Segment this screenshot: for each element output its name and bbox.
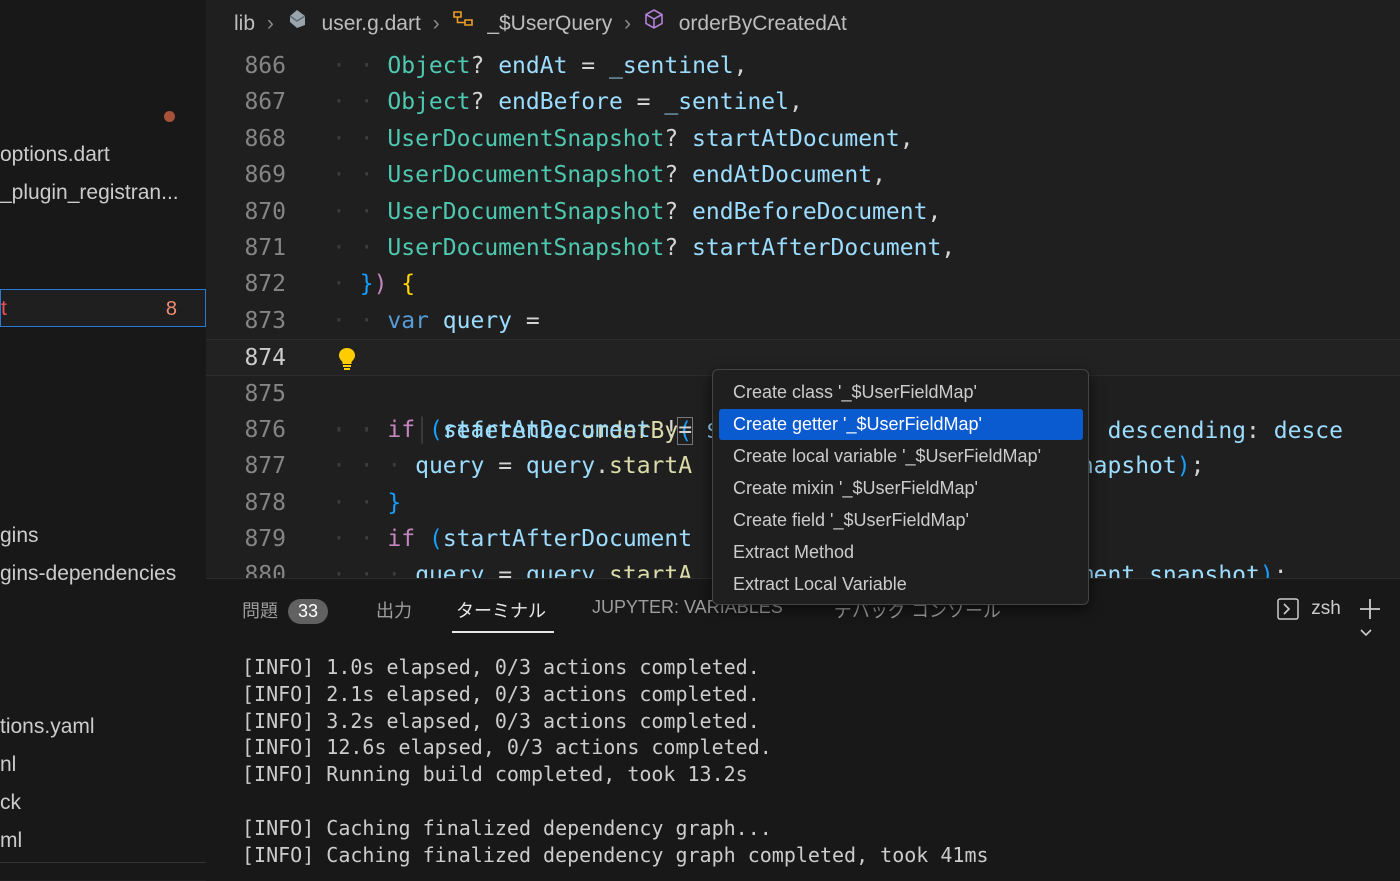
problems-count-badge: 33 xyxy=(288,599,329,624)
chevron-right-icon: › xyxy=(432,12,440,36)
breadcrumb-lib[interactable]: lib xyxy=(234,0,255,48)
menu-item-extract-local-variable[interactable]: Extract Local Variable xyxy=(719,569,1083,600)
chevron-right-icon: › xyxy=(266,12,274,36)
breadcrumb-method[interactable]: orderByCreatedAt xyxy=(679,0,847,48)
explorer-item-active[interactable]: t8 xyxy=(0,289,206,327)
line-number: 868 xyxy=(244,125,286,152)
chevron-right-icon: › xyxy=(624,12,632,36)
terminal-line: [INFO] Caching finalized dependency grap… xyxy=(242,842,989,867)
explorer-sidebar: options.dart _plugin_registran... t8 gin… xyxy=(0,0,206,880)
explorer-item[interactable]: ck xyxy=(0,784,206,822)
code-line[interactable]: 869 · · UserDocumentSnapshot? endAtDocume… xyxy=(206,157,1400,193)
line-number: 879 xyxy=(244,526,286,553)
terminal-icon xyxy=(1276,598,1300,620)
line-number: 870 xyxy=(244,198,286,225)
line-number: 875 xyxy=(244,380,286,407)
active-tab-indicator xyxy=(452,631,554,633)
class-icon xyxy=(451,0,475,48)
shell-label: zsh xyxy=(1311,598,1341,620)
menu-item-create-mixin[interactable]: Create mixin '_$UserFieldMap' xyxy=(719,473,1083,504)
explorer-item[interactable]: gins-dependencies xyxy=(0,555,206,593)
error-count-badge: 8 xyxy=(165,298,177,320)
code-line[interactable]: 866 · · Object? endAt = _sentinel, xyxy=(206,48,1400,84)
explorer-item[interactable]: gins xyxy=(0,517,206,555)
menu-item-create-getter[interactable]: Create getter '_$UserFieldMap' xyxy=(719,409,1083,440)
explorer-item[interactable]: _plugin_registran... xyxy=(0,174,206,212)
line-number: 877 xyxy=(244,453,286,480)
line-number: 873 xyxy=(244,307,286,334)
explorer-item[interactable]: options.dart xyxy=(0,136,206,174)
code-line[interactable]: 871 · · UserDocumentSnapshot? startAfterD… xyxy=(206,230,1400,266)
line-number: 874 xyxy=(244,345,286,372)
terminal-shell-selector[interactable]: zsh xyxy=(1276,597,1341,621)
plus-icon xyxy=(1358,598,1382,619)
method-icon xyxy=(643,0,665,48)
line-number: 872 xyxy=(244,271,286,298)
line-number: 869 xyxy=(244,162,286,189)
explorer-item[interactable]: tions.yaml xyxy=(0,708,206,746)
breadcrumb-class[interactable]: _$UserQuery xyxy=(487,0,612,48)
line-number: 880 xyxy=(244,562,286,578)
terminal-line: [INFO] 3.2s elapsed, 0/3 actions complet… xyxy=(242,708,760,733)
menu-item-extract-method[interactable]: Extract Method xyxy=(719,537,1083,568)
line-number: 866 xyxy=(244,53,286,79)
tab-problems[interactable]: 問題 33 xyxy=(242,597,329,624)
dart-file-icon xyxy=(286,0,308,48)
breadcrumb-file[interactable]: user.g.dart xyxy=(322,0,421,48)
modified-dot-icon xyxy=(164,111,175,122)
terminal-line: [INFO] Running build completed, took 13.… xyxy=(242,762,748,787)
line-number: 867 xyxy=(244,89,286,116)
sidebar-divider xyxy=(0,862,206,863)
code-line[interactable]: 870 · · UserDocumentSnapshot? endBeforeDo… xyxy=(206,194,1400,230)
line-number: 876 xyxy=(244,416,286,443)
menu-item-create-local-variable[interactable]: Create local variable '_$UserFieldMap' xyxy=(719,441,1083,472)
line-number: 878 xyxy=(244,489,286,516)
terminal-line: [INFO] 2.1s elapsed, 0/3 actions complet… xyxy=(242,681,760,706)
terminal-line: [INFO] 1.0s elapsed, 0/3 actions complet… xyxy=(242,655,760,679)
quick-fix-menu: Create class '_$UserFieldMap' Create get… xyxy=(712,369,1089,605)
code-line[interactable]: 867 · · Object? endBefore = _sentinel, xyxy=(206,84,1400,120)
terminal-output[interactable]: [INFO] 1.0s elapsed, 0/3 actions complet… xyxy=(242,654,989,868)
tab-terminal[interactable]: ターミナル xyxy=(456,597,546,623)
terminal-line: [INFO] Caching finalized dependency grap… xyxy=(242,815,772,840)
code-line[interactable]: 873 · · var query = xyxy=(206,303,1400,339)
breadcrumb: lib › user.g.dart › _$UserQuery › orderB… xyxy=(206,0,1400,48)
explorer-item[interactable]: nl xyxy=(0,746,206,784)
tab-output[interactable]: 出力 xyxy=(376,597,412,623)
terminal-line: ​ xyxy=(242,788,989,815)
menu-item-create-field[interactable]: Create field '_$UserFieldMap' xyxy=(719,505,1083,536)
terminal-line: [INFO] 12.6s elapsed, 0/3 actions comple… xyxy=(242,735,772,760)
chevron-down-icon xyxy=(1358,621,1374,642)
explorer-item[interactable]: ml xyxy=(0,822,206,860)
code-line[interactable]: 872 · }) { xyxy=(206,266,1400,302)
new-terminal-button[interactable] xyxy=(1358,597,1400,643)
bottom-panel: 問題 33 出力 ターミナル JUPYTER: VARIABLES デバッグ コン… xyxy=(206,578,1400,881)
lightbulb-icon[interactable] xyxy=(334,345,360,371)
line-number: 871 xyxy=(244,234,286,261)
code-line[interactable]: 868 · · UserDocumentSnapshot? startAtDocu… xyxy=(206,121,1400,157)
menu-item-create-class[interactable]: Create class '_$UserFieldMap' xyxy=(719,377,1083,408)
